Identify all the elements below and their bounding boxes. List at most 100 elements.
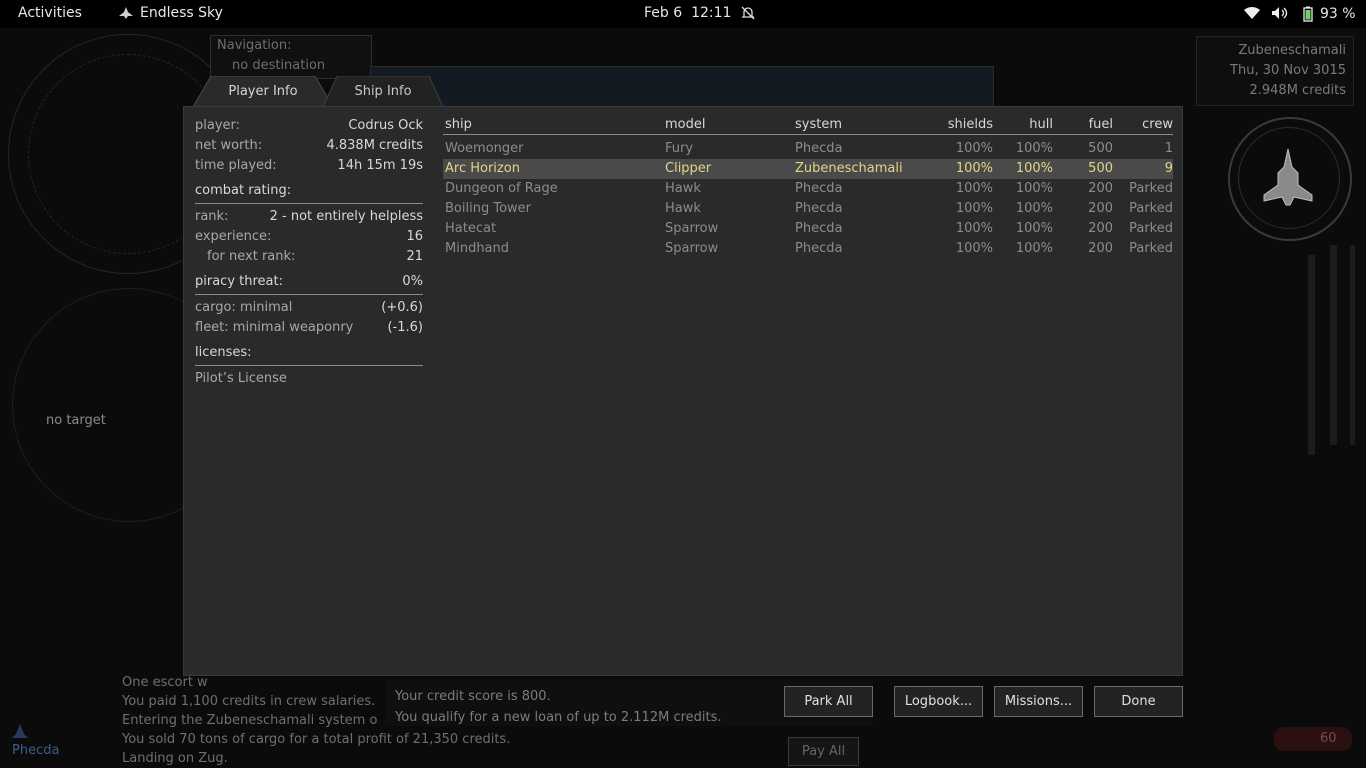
ship-model: Hawk [665, 181, 701, 196]
ship-crew: Parked [1129, 241, 1173, 256]
ship-row[interactable]: Mindhand Sparrow Phecda 100% 100% 200 Parked [443, 239, 1173, 259]
label: fleet: minimal weaponry [195, 320, 354, 335]
rank-value: 2 - not entirely helpless [269, 209, 423, 224]
game-date: Thu, 30 Nov 3015 [1230, 63, 1346, 78]
planet-label: Phecda [12, 743, 60, 758]
next-rank-row: for next rank: 21 [195, 247, 423, 267]
tab-player-info-label: Player Info [228, 84, 298, 99]
done-button[interactable]: Done [1094, 686, 1183, 717]
ship-fuel: 500 [1088, 161, 1113, 176]
piracy-value: 0% [402, 274, 423, 289]
player-name: Codrus Ock [348, 118, 423, 133]
rank-row: rank: 2 - not entirely helpless [195, 207, 423, 227]
ship-ship: Hatecat [445, 221, 497, 236]
ship-crew: Parked [1129, 181, 1173, 196]
col-system[interactable]: system [795, 116, 842, 134]
heading: piracy threat: [195, 274, 283, 289]
park-all-button[interactable]: Park All [784, 686, 873, 717]
combat-rating-header: combat rating: [195, 181, 423, 204]
ship-fuel: 500 [1088, 141, 1113, 156]
net-worth-row: net worth: 4.838M credits [195, 136, 423, 156]
col-fuel[interactable]: fuel [1089, 116, 1113, 134]
logbook-button[interactable]: Logbook... [894, 686, 983, 717]
fleet-table: ship model system shields hull fuel crew… [443, 116, 1173, 259]
app-menu[interactable]: Endless Sky [118, 5, 223, 21]
player-name-row: player: Codrus Ock [195, 116, 423, 136]
ship-row[interactable]: Boiling Tower Hawk Phecda 100% 100% 200 Parked [443, 199, 1173, 219]
ship-ship: Dungeon of Rage [445, 181, 558, 196]
tab-ship-info[interactable]: Ship Info [323, 76, 443, 107]
ship-row[interactable]: Hatecat Sparrow Phecda 100% 100% 200 Parked [443, 219, 1173, 239]
notifications-muted-icon [741, 6, 755, 20]
heading: combat rating: [195, 183, 292, 198]
app-name: Endless Sky [140, 5, 223, 21]
col-ship[interactable]: ship [445, 116, 472, 134]
tab-player-info[interactable]: Player Info [193, 76, 333, 107]
fleet-table-header: ship model system shields hull fuel crew [443, 116, 1173, 135]
license-name: Pilot’s License [195, 371, 287, 386]
ship-hull: 100% [1015, 141, 1053, 156]
cargo-threat-row: cargo: minimal (+0.6) [195, 298, 423, 318]
navigation-label: Navigation: [217, 38, 292, 53]
ship-ship: Arc Horizon [445, 161, 520, 176]
label: experience: [195, 229, 272, 244]
value: (+0.6) [381, 300, 423, 315]
col-model[interactable]: model [665, 116, 705, 134]
ship-app-icon [119, 7, 133, 19]
missions-button[interactable]: Missions... [994, 686, 1083, 717]
ship-system: Phecda [795, 241, 843, 256]
label: rank: [195, 209, 229, 224]
col-hull[interactable]: hull [1029, 116, 1053, 134]
next-rank-value: 21 [406, 249, 423, 264]
ship-model: Clipper [665, 161, 712, 176]
ship-hull: 100% [1015, 181, 1053, 196]
bank-messages: Your credit score is 800. You qualify fo… [395, 686, 722, 728]
target-status: no target [46, 413, 106, 428]
loan-text: You qualify for a new loan of up to 2.11… [395, 710, 722, 725]
credit-score-text: Your credit score is 800. [395, 689, 551, 704]
license-item: Pilot’s License [195, 369, 423, 389]
licenses-header: licenses: [195, 343, 423, 366]
pay-all-button[interactable]: Pay All [788, 737, 859, 766]
col-crew[interactable]: crew [1142, 116, 1173, 134]
label: for next rank: [207, 249, 296, 264]
ship-crew: 1 [1164, 141, 1173, 156]
ship-shields: 100% [955, 141, 993, 156]
ship-fuel: 200 [1088, 181, 1113, 196]
wifi-icon[interactable] [1243, 6, 1261, 20]
ship-system: Zubeneschamali [795, 161, 903, 176]
ship-hull: 100% [1015, 241, 1053, 256]
ship-row[interactable]: Dungeon of Rage Hawk Phecda 100% 100% 200 Park… [443, 179, 1173, 199]
ship-fuel: 200 [1088, 241, 1113, 256]
value: (-1.6) [387, 320, 423, 335]
battery-indicator[interactable]: 93 % [1300, 6, 1356, 22]
player-credits: 2.948M credits [1249, 83, 1346, 98]
battery-percent: 93 % [1320, 6, 1356, 22]
time-played: 14h 15m 19s [337, 158, 423, 173]
speed-readout: 60 [1320, 731, 1337, 746]
ship-shields: 100% [955, 201, 993, 216]
clock[interactable]: Feb 6 12:11 [644, 5, 731, 21]
label: player: [195, 118, 241, 133]
ship-crew: 9 [1164, 161, 1173, 176]
date-text: Feb 6 [644, 5, 683, 21]
ship-system: Phecda [795, 201, 843, 216]
navigation-value: no destination [232, 58, 326, 73]
ship-model: Fury [665, 141, 694, 156]
ship-crew: Parked [1129, 201, 1173, 216]
ship-shields: 100% [955, 181, 993, 196]
ship-model: Sparrow [665, 221, 719, 236]
col-shields[interactable]: shields [948, 116, 993, 134]
ship-fuel: 200 [1088, 201, 1113, 216]
activities-button[interactable]: Activities [18, 5, 82, 21]
volume-icon[interactable] [1271, 6, 1289, 20]
ship-row[interactable]: Arc Horizon Clipper Zubeneschamali 100% 100%… [443, 159, 1173, 179]
ship-system: Phecda [795, 141, 843, 156]
ship-shields: 100% [955, 161, 993, 176]
ship-ship: Mindhand [445, 241, 510, 256]
label: net worth: [195, 138, 263, 153]
ship-system: Phecda [795, 221, 843, 236]
ship-row[interactable]: Woemonger Fury Phecda 100% 100% 500 1 [443, 139, 1173, 159]
ship-model: Sparrow [665, 241, 719, 256]
experience-value: 16 [406, 229, 423, 244]
